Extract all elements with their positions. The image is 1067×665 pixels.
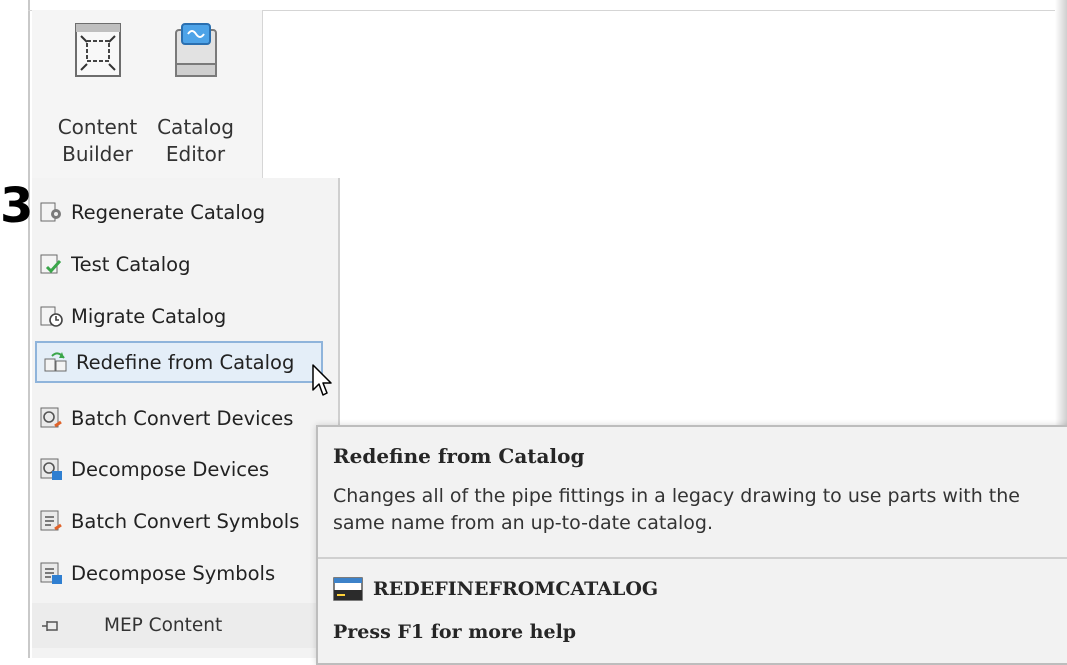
tooltip-title: Redefine from Catalog [333, 444, 585, 468]
menu-item-label: Regenerate Catalog [71, 200, 266, 224]
decompose-symbols-icon [40, 562, 62, 584]
tooltip-command: REDEFINEFROMCATALOG [333, 577, 658, 601]
step-marker: 3 [0, 178, 34, 234]
catalog-editor-button[interactable]: Catalog Editor [148, 22, 243, 172]
tooltip-command-name: REDEFINEFROMCATALOG [373, 578, 659, 600]
test-catalog-icon [40, 254, 62, 274]
tooltip-description: Changes all of the pipe fittings in a le… [333, 485, 1020, 534]
catalog-tools-menu: Regenerate Catalog Test Catalog Migrate … [32, 178, 340, 658]
content-builder-label-2: Builder [62, 142, 133, 166]
menu-footer[interactable]: MEP Content [32, 603, 338, 648]
menu-item-decompose-devices[interactable]: Decompose Devices [32, 448, 338, 490]
batch-convert-devices-icon [40, 407, 62, 428]
menu-item-label: Decompose Devices [71, 457, 270, 481]
migrate-catalog-icon [40, 306, 63, 327]
tooltip-help: Press F1 for more help [333, 621, 577, 643]
menu-item-label: Redefine from Catalog [76, 350, 295, 374]
redefine-from-catalog-icon [44, 352, 67, 372]
content-builder-button[interactable]: Content Builder [50, 22, 145, 172]
decompose-devices-icon [40, 458, 62, 480]
menu-item-label: Migrate Catalog [71, 304, 227, 328]
catalog-editor-label-1: Catalog [157, 115, 234, 139]
menu-item-label: Batch Convert Devices [71, 406, 294, 430]
command-line-icon [333, 577, 363, 601]
catalog-editor-label-2: Editor [165, 142, 226, 166]
tooltip-divider [318, 557, 1067, 559]
menu-item-redefine-from-catalog[interactable]: Redefine from Catalog [35, 341, 323, 383]
menu-item-test-catalog[interactable]: Test Catalog [32, 243, 338, 285]
menu-item-regenerate-catalog[interactable]: Regenerate Catalog [32, 191, 338, 233]
content-builder-icon [75, 23, 121, 77]
menu-item-batch-convert-devices[interactable]: Batch Convert Devices [32, 397, 338, 439]
menu-item-batch-convert-symbols[interactable]: Batch Convert Symbols [32, 500, 338, 542]
menu-item-label: Test Catalog [71, 252, 191, 276]
tooltip: Redefine from Catalog Changes all of the… [316, 425, 1067, 665]
menu-item-label: Batch Convert Symbols [71, 509, 300, 533]
menu-item-migrate-catalog[interactable]: Migrate Catalog [32, 295, 338, 337]
regenerate-catalog-icon [40, 202, 61, 222]
batch-convert-symbols-icon [40, 510, 62, 531]
ribbon-panel: Content Builder Catalog Editor [32, 10, 263, 179]
content-builder-label-1: Content [57, 115, 138, 139]
menu-item-label: Decompose Symbols [71, 561, 276, 585]
pin-icon[interactable] [40, 615, 62, 637]
menu-item-decompose-symbols[interactable]: Decompose Symbols [32, 552, 338, 594]
mouse-pointer-icon [312, 364, 332, 396]
catalog-editor-icon [175, 23, 217, 77]
menu-footer-label: MEP Content [104, 615, 223, 636]
